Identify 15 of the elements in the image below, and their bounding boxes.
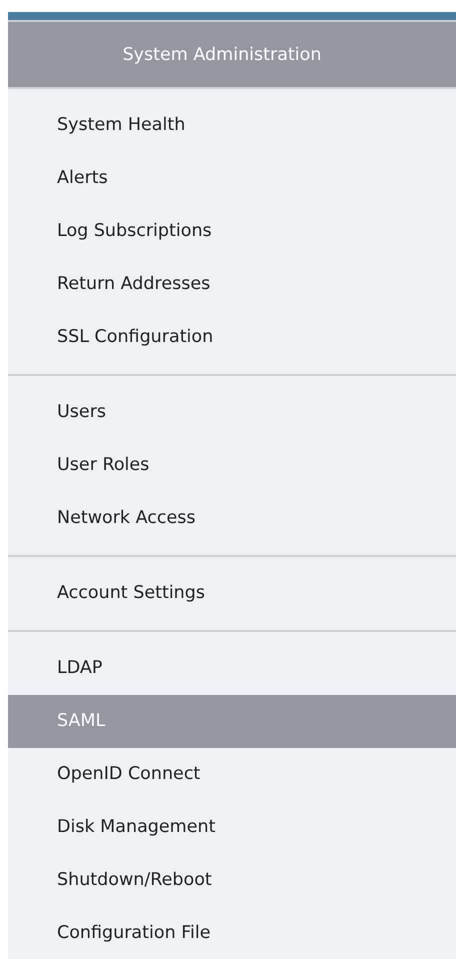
menu-item[interactable]: Return Addresses: [8, 258, 456, 311]
menu-item[interactable]: LDAP: [8, 642, 456, 695]
menu-item[interactable]: Disk Management: [8, 801, 456, 854]
menu-item[interactable]: System Health: [8, 99, 456, 152]
menu-item[interactable]: SSL Configuration: [8, 311, 456, 364]
menu-item[interactable]: Account Settings: [8, 567, 456, 620]
menu-item[interactable]: Network Access: [8, 492, 456, 545]
menu-item[interactable]: Alerts: [8, 152, 456, 205]
menu-item[interactable]: User Roles: [8, 439, 456, 492]
menu-item[interactable]: Log Subscriptions: [8, 205, 456, 258]
section-header: System Administration: [8, 20, 456, 87]
menu-item[interactable]: Shutdown/Reboot: [8, 854, 456, 907]
menu-item[interactable]: Configuration File: [8, 907, 456, 959]
menu-item[interactable]: OpenID Connect: [8, 748, 456, 801]
menu-item[interactable]: Users: [8, 386, 456, 439]
